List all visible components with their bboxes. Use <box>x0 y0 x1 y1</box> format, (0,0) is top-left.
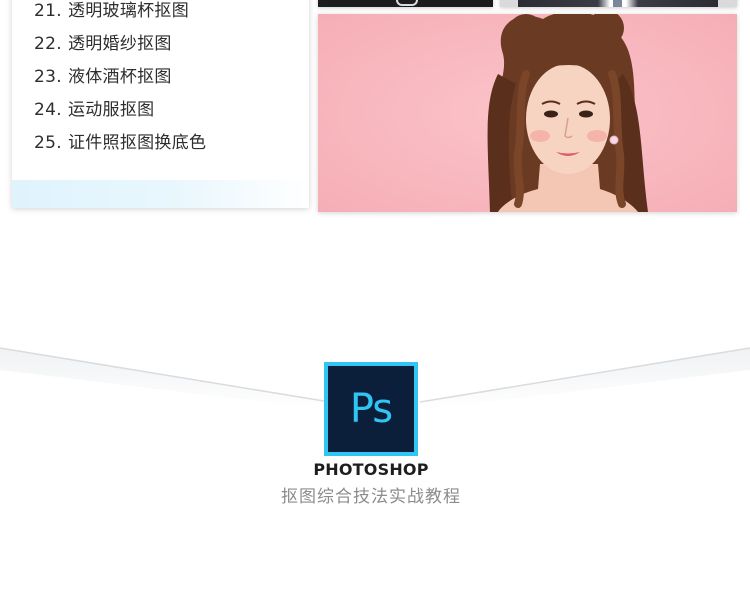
list-item: 24. 运动服抠图 <box>34 94 206 127</box>
list-item-number: 25. <box>34 133 62 153</box>
card-gradient-footer <box>12 180 309 208</box>
list-item: 25. 证件照抠图换底色 <box>34 127 206 160</box>
list-item: 22. 透明婚纱抠图 <box>34 28 206 61</box>
photoshop-logo-icon: Ps <box>324 362 418 456</box>
list-item-number: 22. <box>34 34 62 54</box>
list-item-label: 透明婚纱抠图 <box>67 34 172 54</box>
list-item: 21. 透明玻璃杯抠图 <box>34 0 206 28</box>
course-list-card: 21. 透明玻璃杯抠图 22. 透明婚纱抠图 23. 液体酒杯抠图 24. 运动服抠图 … <box>12 0 309 208</box>
list-item-number: 23. <box>34 67 62 87</box>
suit-thumbnail-image <box>500 0 737 7</box>
brand-name: PHOTOSHOP <box>313 460 429 479</box>
list-item-label: 证件照抠图换底色 <box>67 133 207 153</box>
list-item-label: 运动服抠图 <box>67 100 155 120</box>
glass-shape <box>396 0 418 6</box>
portrait-illustration <box>318 14 737 212</box>
logo-text: Ps <box>349 386 393 432</box>
list-item-number: 24. <box>34 100 62 120</box>
list-item-label: 液体酒杯抠图 <box>67 67 172 87</box>
portrait-photo <box>318 14 737 212</box>
course-list: 21. 透明玻璃杯抠图 22. 透明婚纱抠图 23. 液体酒杯抠图 24. 运动服抠图 … <box>34 0 206 160</box>
tie-shape <box>613 0 622 7</box>
list-item: 23. 液体酒杯抠图 <box>34 61 206 94</box>
list-item-number: 21. <box>34 1 62 21</box>
course-subtitle: 抠图综合技法实战教程 <box>281 487 461 507</box>
glass-thumbnail-image <box>318 0 493 7</box>
list-item-label: 透明玻璃杯抠图 <box>67 1 190 21</box>
